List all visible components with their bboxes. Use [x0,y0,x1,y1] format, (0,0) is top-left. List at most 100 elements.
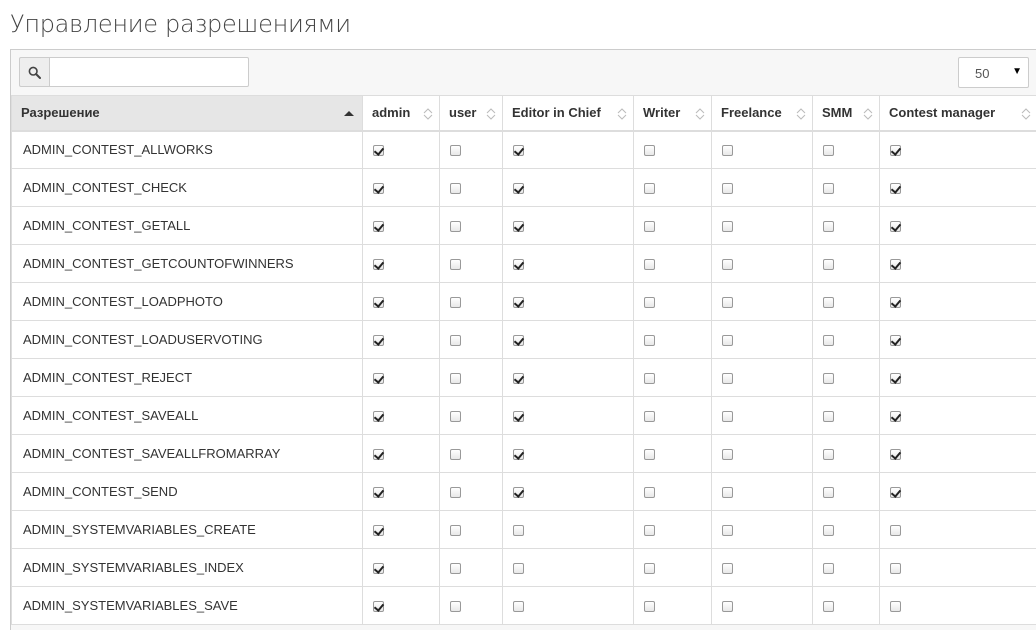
permission-checkbox[interactable] [722,297,733,308]
permission-checkbox[interactable] [823,601,834,612]
permission-checkbox[interactable] [644,411,655,422]
permission-checkbox[interactable] [373,449,384,460]
permission-checkbox[interactable] [450,335,461,346]
permission-checkbox[interactable] [373,259,384,270]
permission-checkbox[interactable] [450,411,461,422]
permission-checkbox[interactable] [450,487,461,498]
permission-checkbox[interactable] [373,335,384,346]
permission-checkbox[interactable] [644,183,655,194]
permission-checkbox[interactable] [890,297,901,308]
permission-checkbox[interactable] [823,221,834,232]
permission-checkbox[interactable] [890,411,901,422]
permission-checkbox[interactable] [450,183,461,194]
permission-checkbox[interactable] [722,563,733,574]
permission-checkbox[interactable] [513,525,524,536]
permission-checkbox[interactable] [722,335,733,346]
permission-checkbox[interactable] [373,525,384,536]
permission-checkbox[interactable] [823,259,834,270]
permission-checkbox[interactable] [513,449,524,460]
permission-checkbox[interactable] [513,563,524,574]
permission-checkbox[interactable] [890,525,901,536]
permission-checkbox[interactable] [890,601,901,612]
permission-checkbox[interactable] [890,563,901,574]
permission-checkbox[interactable] [890,183,901,194]
permission-checkbox[interactable] [450,259,461,270]
column-header-role[interactable]: Writer [634,96,712,131]
permission-checkbox[interactable] [722,183,733,194]
page-size-select[interactable]: 50 ▼ [958,57,1029,88]
permission-checkbox[interactable] [644,335,655,346]
permission-checkbox[interactable] [450,525,461,536]
permission-checkbox[interactable] [722,601,733,612]
permission-checkbox[interactable] [373,183,384,194]
permission-checkbox[interactable] [513,411,524,422]
permission-checkbox[interactable] [644,259,655,270]
permission-checkbox[interactable] [722,487,733,498]
permission-checkbox[interactable] [890,145,901,156]
permission-checkbox[interactable] [450,601,461,612]
permission-checkbox[interactable] [373,297,384,308]
search-addon[interactable] [19,57,49,87]
permission-checkbox[interactable] [823,335,834,346]
permission-checkbox[interactable] [373,145,384,156]
permission-checkbox[interactable] [373,487,384,498]
permission-checkbox[interactable] [373,373,384,384]
permission-checkbox[interactable] [823,373,834,384]
permission-checkbox[interactable] [823,563,834,574]
column-header-permission[interactable]: Разрешение [12,96,363,131]
permission-checkbox[interactable] [722,525,733,536]
permission-checkbox[interactable] [373,563,384,574]
permission-checkbox[interactable] [450,373,461,384]
permission-checkbox[interactable] [890,487,901,498]
permission-checkbox[interactable] [890,221,901,232]
permission-checkbox[interactable] [644,563,655,574]
permission-checkbox[interactable] [513,335,524,346]
permission-checkbox[interactable] [890,373,901,384]
permission-checkbox[interactable] [644,525,655,536]
permission-checkbox[interactable] [890,335,901,346]
permission-checkbox[interactable] [644,145,655,156]
column-header-role[interactable]: admin [363,96,440,131]
permission-checkbox[interactable] [722,373,733,384]
permission-checkbox[interactable] [450,145,461,156]
permission-checkbox[interactable] [823,487,834,498]
permission-checkbox[interactable] [513,221,524,232]
permission-checkbox[interactable] [722,411,733,422]
permission-checkbox[interactable] [513,183,524,194]
permission-checkbox[interactable] [513,487,524,498]
permission-checkbox[interactable] [450,563,461,574]
permission-checkbox[interactable] [823,411,834,422]
permission-checkbox[interactable] [644,221,655,232]
permission-checkbox[interactable] [644,373,655,384]
permission-checkbox[interactable] [644,449,655,460]
permission-checkbox[interactable] [890,259,901,270]
permission-checkbox[interactable] [450,221,461,232]
permission-checkbox[interactable] [823,183,834,194]
permission-checkbox[interactable] [722,449,733,460]
permission-checkbox[interactable] [644,487,655,498]
permission-checkbox[interactable] [513,601,524,612]
column-header-role[interactable]: Editor in Chief [503,96,634,131]
permission-checkbox[interactable] [722,221,733,232]
column-header-role[interactable]: SMM [813,96,880,131]
permission-checkbox[interactable] [450,297,461,308]
permission-checkbox[interactable] [722,259,733,270]
permission-checkbox[interactable] [644,601,655,612]
permission-checkbox[interactable] [823,297,834,308]
permission-checkbox[interactable] [823,449,834,460]
permission-checkbox[interactable] [450,449,461,460]
permission-checkbox[interactable] [722,145,733,156]
permission-checkbox[interactable] [513,297,524,308]
permission-checkbox[interactable] [890,449,901,460]
permission-checkbox[interactable] [823,525,834,536]
search-input[interactable] [49,57,249,87]
permission-checkbox[interactable] [373,411,384,422]
permission-checkbox[interactable] [823,145,834,156]
permission-checkbox[interactable] [644,297,655,308]
column-header-role[interactable]: user [440,96,503,131]
column-header-role[interactable]: Contest manager [880,96,1036,131]
permission-checkbox[interactable] [373,221,384,232]
column-header-role[interactable]: Freelance [712,96,813,131]
permission-checkbox[interactable] [373,601,384,612]
permission-checkbox[interactable] [513,145,524,156]
